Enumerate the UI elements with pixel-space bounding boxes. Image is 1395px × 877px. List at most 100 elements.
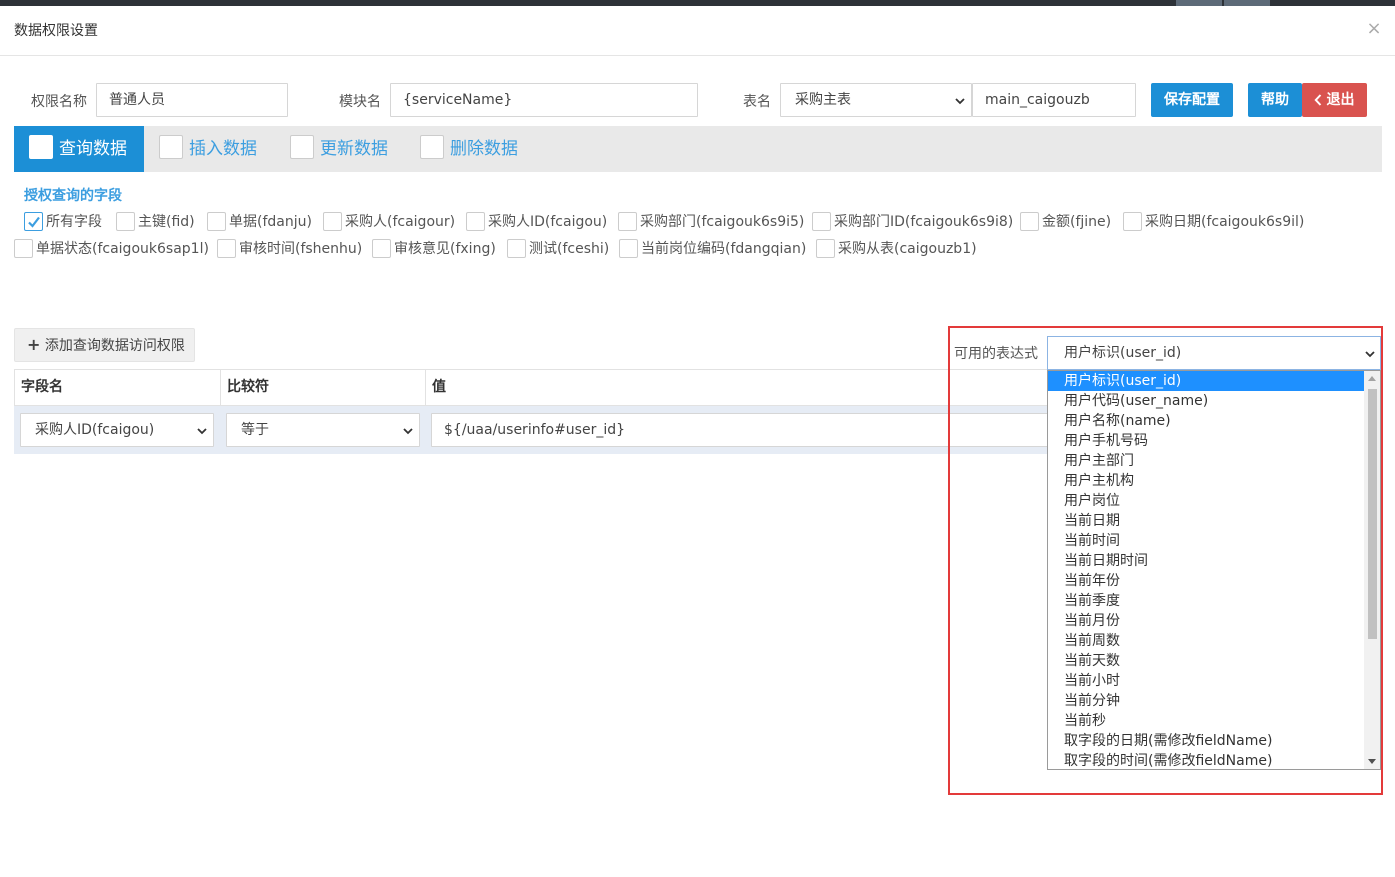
field-label: 单据(fdanju) <box>229 214 312 230</box>
tab-query-data[interactable]: 查询数据 <box>14 126 144 172</box>
tab-delete-data[interactable]: 删除数据 <box>420 126 540 172</box>
table-code-input[interactable]: main_caigouzb <box>972 83 1136 117</box>
permission-name-label: 权限名称 <box>31 94 87 110</box>
dropdown-option[interactable]: 当前小时 <box>1048 671 1365 691</box>
field-label: 金额(fjine) <box>1042 214 1112 230</box>
tab-checkbox[interactable] <box>290 135 314 159</box>
module-label: 模块名 <box>339 94 381 110</box>
module-input[interactable]: {serviceName} <box>390 83 698 117</box>
dropdown-option[interactable]: 当前时间 <box>1048 531 1365 551</box>
close-icon[interactable]: × <box>1364 18 1384 40</box>
tab-checkbox[interactable] <box>420 135 444 159</box>
dropdown-option[interactable]: 当前分钟 <box>1048 691 1365 711</box>
checkbox[interactable] <box>619 239 638 258</box>
checkbox[interactable] <box>816 239 835 258</box>
dropdown-option[interactable]: 用户岗位 <box>1048 491 1365 511</box>
table-select-value: 采购主表 <box>795 92 851 108</box>
field-label: 采购人(fcaigour) <box>345 214 456 230</box>
rule-operator-value: 等于 <box>241 422 269 438</box>
dropdown-option[interactable]: 当前季度 <box>1048 591 1365 611</box>
dropdown-option[interactable]: 当前秒 <box>1048 711 1365 731</box>
dialog-title: 数据权限设置 <box>14 23 98 39</box>
chevron-down-icon <box>1365 351 1375 358</box>
table-select[interactable]: 采购主表 <box>780 83 972 117</box>
dropdown-option[interactable]: 取字段的时间(需修改fieldName) <box>1048 751 1365 769</box>
checkbox[interactable] <box>1123 212 1142 231</box>
tab-insert-data[interactable]: 插入数据 <box>159 126 279 172</box>
field-label: 审核意见(fxing) <box>394 241 496 257</box>
expression-dropdown-list[interactable]: 用户标识(user_id) 用户代码(user_name) 用户名称(name)… <box>1047 370 1381 770</box>
tab-label: 删除数据 <box>450 139 518 159</box>
tab-label: 更新数据 <box>320 139 388 159</box>
expression-select[interactable]: 用户标识(user_id) <box>1047 336 1381 370</box>
dropdown-option[interactable]: 用户主机构 <box>1048 471 1365 491</box>
field-label: 所有字段 <box>46 214 102 230</box>
checkbox[interactable] <box>507 239 526 258</box>
checkbox[interactable] <box>618 212 637 231</box>
help-button[interactable]: 帮助 <box>1248 83 1302 117</box>
rule-operator-select[interactable]: 等于 <box>226 413 420 447</box>
field-label: 主键(fid) <box>138 214 195 230</box>
field-label: 单据状态(fcaigouk6sap1l) <box>36 241 209 257</box>
dropdown-option[interactable]: 用户主部门 <box>1048 451 1365 471</box>
field-label: 采购从表(caigouzb1) <box>838 241 977 257</box>
checkbox[interactable] <box>372 239 391 258</box>
permission-name-input[interactable]: 普通人员 <box>96 83 288 117</box>
table-label: 表名 <box>743 94 771 110</box>
dropdown-option[interactable]: 当前日期时间 <box>1048 551 1365 571</box>
checkbox[interactable] <box>812 212 831 231</box>
field-label: 采购部门(fcaigouk6s9i5) <box>640 214 805 230</box>
dropdown-option[interactable]: 当前月份 <box>1048 611 1365 631</box>
tab-checkbox[interactable] <box>159 135 183 159</box>
dropdown-option[interactable]: 当前年份 <box>1048 571 1365 591</box>
authorized-fields-title: 授权查询的字段 <box>24 188 122 204</box>
expression-select-value: 用户标识(user_id) <box>1064 345 1182 361</box>
plus-icon: + <box>27 335 41 354</box>
column-header-operator: 比较符 <box>220 369 426 406</box>
dropdown-option[interactable]: 当前天数 <box>1048 651 1365 671</box>
dropdown-option[interactable]: 当前周数 <box>1048 631 1365 651</box>
field-label: 采购部门ID(fcaigouk6s9i8) <box>834 214 1014 230</box>
scrollbar-thumb[interactable] <box>1368 389 1377 639</box>
chevron-down-icon <box>197 428 207 435</box>
background-page-strip <box>0 0 1395 6</box>
scroll-down-arrow-icon[interactable] <box>1368 759 1376 764</box>
dropdown-option[interactable]: 用户代码(user_name) <box>1048 391 1365 411</box>
add-query-access-label: 添加查询数据访问权限 <box>44 338 185 354</box>
dropdown-option[interactable]: 当前日期 <box>1048 511 1365 531</box>
dropdown-option[interactable]: 用户名称(name) <box>1048 411 1365 431</box>
background-strip-highlight <box>1224 0 1270 6</box>
checkbox[interactable] <box>1020 212 1039 231</box>
tab-update-data[interactable]: 更新数据 <box>290 126 410 172</box>
operation-tabs: 查询数据 插入数据 更新数据 删除数据 <box>14 126 1382 172</box>
save-config-button[interactable]: 保存配置 <box>1151 83 1233 117</box>
dropdown-option[interactable]: 用户手机号码 <box>1048 431 1365 451</box>
checkbox[interactable] <box>466 212 485 231</box>
checkbox[interactable] <box>207 212 226 231</box>
dropdown-option[interactable]: 取字段的日期(需修改fieldName) <box>1048 731 1365 751</box>
column-header-field: 字段名 <box>14 369 221 406</box>
checkbox[interactable] <box>323 212 342 231</box>
field-label: 审核时间(fshenhu) <box>239 241 363 257</box>
checkbox[interactable] <box>116 212 135 231</box>
exit-button-label: 退出 <box>1326 92 1355 108</box>
tab-label: 查询数据 <box>59 139 127 159</box>
tab-checkbox[interactable] <box>29 135 53 159</box>
chevron-down-icon <box>403 428 413 435</box>
rule-field-value: 采购人ID(fcaigou) <box>35 422 155 438</box>
rule-field-select[interactable]: 采购人ID(fcaigou) <box>20 413 214 447</box>
expression-label: 可用的表达式 <box>954 346 1038 362</box>
dropdown-option[interactable]: 用户标识(user_id) <box>1048 371 1365 391</box>
checkbox[interactable] <box>217 239 236 258</box>
chevron-left-icon <box>1314 94 1322 106</box>
dropdown-scrollbar[interactable] <box>1364 371 1380 769</box>
chevron-down-icon <box>955 98 965 105</box>
checkbox[interactable] <box>24 212 43 231</box>
field-label: 当前岗位编码(fdangqian) <box>641 241 807 257</box>
add-query-access-button[interactable]: + 添加查询数据访问权限 <box>14 328 195 362</box>
header-divider <box>0 55 1395 56</box>
exit-button[interactable]: 退出 <box>1302 83 1367 117</box>
field-label: 测试(fceshi) <box>529 241 610 257</box>
scroll-up-arrow-icon[interactable] <box>1368 376 1376 381</box>
checkbox[interactable] <box>14 239 33 258</box>
